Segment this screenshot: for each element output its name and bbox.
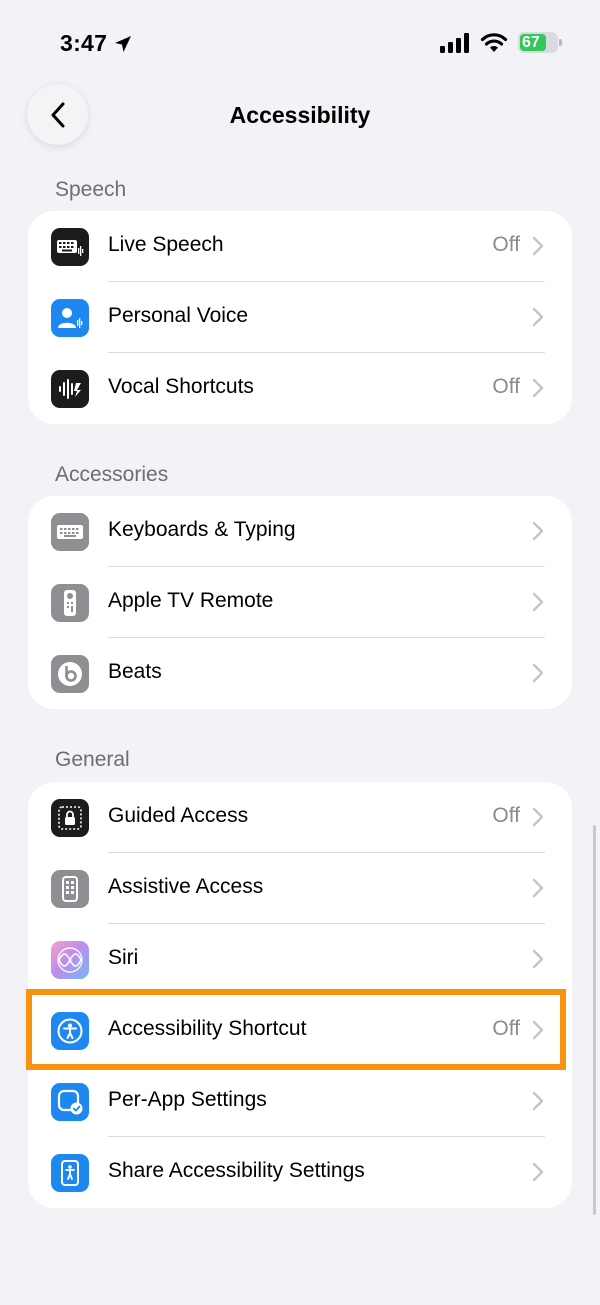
row-label: Apple TV Remote [108,589,274,612]
chevron-right-icon [532,307,544,327]
keyboard-waveform-icon [51,228,89,266]
status-time: 3:47 [60,30,108,56]
row-label: Vocal Shortcuts [108,375,254,398]
scrollbar[interactable] [593,825,596,1215]
row-label: Share Accessibility Settings [108,1159,365,1182]
row-label: Beats [108,660,162,683]
section-header-speech: Speech [55,178,127,201]
chevron-right-icon [532,592,544,612]
siri-icon [51,941,89,979]
row-assistive-access[interactable]: Assistive Access [28,853,572,924]
section-header-general: General [55,748,130,771]
battery-icon: 67 [518,32,562,53]
row-label: Personal Voice [108,304,249,327]
row-label: Assistive Access [108,875,264,898]
row-apple-tv-remote[interactable]: Apple TV Remote [28,567,572,638]
chevron-right-icon [532,521,544,541]
row-keyboards-typing[interactable]: Keyboards & Typing [28,496,572,567]
chevron-right-icon [532,1091,544,1111]
chevron-right-icon [532,236,544,256]
location-arrow-icon [115,35,132,52]
beats-icon [51,655,89,693]
row-label: Keyboards & Typing [108,518,296,541]
settings-group-speech: Live Speech Off Personal Voice Vocal Sho… [28,211,572,424]
row-live-speech[interactable]: Live Speech Off [28,211,572,282]
row-siri[interactable]: Siri [28,924,572,995]
chevron-right-icon [532,949,544,969]
chevron-right-icon [532,378,544,398]
chevron-right-icon [532,663,544,683]
battery-level: 67 [522,33,540,51]
row-value: Off [492,804,520,827]
row-vocal-shortcuts[interactable]: Vocal Shortcuts Off [28,353,572,424]
person-waveform-icon [51,299,89,337]
cellular-signal-icon [440,32,469,53]
row-value: Off [492,233,520,256]
status-bar: 3:47 67 [0,0,600,88]
chevron-right-icon [532,878,544,898]
share-accessibility-icon [51,1154,89,1192]
row-label: Live Speech [108,233,224,256]
row-beats[interactable]: Beats [28,638,572,709]
row-share-accessibility-settings[interactable]: Share Accessibility Settings [28,1137,572,1208]
row-label: Per-App Settings [108,1088,267,1111]
chevron-right-icon [532,1162,544,1182]
waveform-icon [51,370,89,408]
row-value: Off [492,375,520,398]
assistive-grid-icon [51,870,89,908]
row-per-app-settings[interactable]: Per-App Settings [28,1066,572,1137]
navigation-bar: Accessibility [0,84,600,146]
highlight-box [26,989,566,1070]
remote-icon [51,584,89,622]
row-personal-voice[interactable]: Personal Voice [28,282,572,353]
lock-icon [51,799,89,837]
keyboard-icon [51,513,89,551]
settings-group-accessories: Keyboards & Typing Apple TV Remote Beats [28,496,572,709]
chevron-right-icon [532,807,544,827]
row-label: Guided Access [108,804,249,827]
row-label: Siri [108,946,139,969]
wifi-icon [480,32,508,52]
row-guided-access[interactable]: Guided Access Off [28,782,572,853]
app-check-icon [51,1083,89,1121]
page-title: Accessibility [229,102,371,128]
section-header-accessories: Accessories [55,463,169,486]
